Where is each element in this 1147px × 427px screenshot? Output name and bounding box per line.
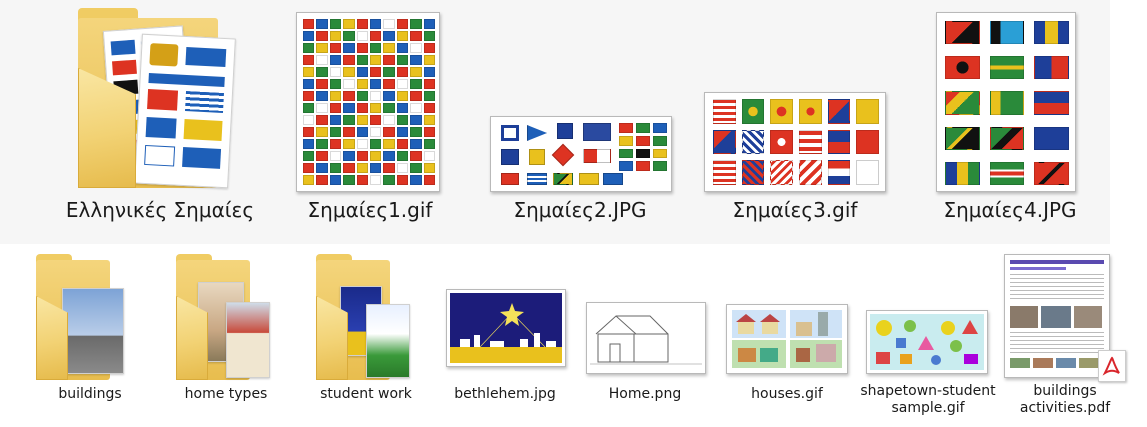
pdf-badge-icon: [1098, 350, 1126, 382]
file-name-label: Σημαίες1.gif: [307, 198, 433, 222]
file-item-shapetown[interactable]: shapetown-student sample.gif: [856, 252, 1000, 427]
image-thumbnail-icon: [446, 289, 566, 367]
file-item-houses[interactable]: houses.gif: [720, 252, 854, 422]
image-thumbnail-icon: [866, 310, 988, 374]
flags-image-icon: [296, 12, 440, 192]
file-name-label: houses.gif: [751, 386, 823, 402]
file-name-label: Σημαίες3.gif: [732, 198, 858, 222]
folder-icon: [174, 252, 270, 382]
file-name-label: home types: [184, 386, 268, 402]
file-item-bethlehem[interactable]: bethlehem.jpg: [440, 252, 570, 422]
file-item-buildings-activities-pdf[interactable]: buildings activities.pdf: [1000, 252, 1130, 427]
flags-image-icon: [490, 116, 672, 192]
file-item-student-work-folder[interactable]: student work: [306, 252, 426, 422]
file-item-flags4[interactable]: Σημαίες4.JPG: [920, 0, 1100, 240]
file-name-label: Σημαίες4.JPG: [943, 198, 1077, 222]
file-name-label: Ελληνικές Σημαίες: [65, 198, 255, 222]
image-thumbnail-icon: [726, 304, 848, 374]
image-thumbnail-icon: [586, 302, 706, 374]
folder-icon: [34, 252, 124, 382]
file-item-flags3[interactable]: Σημαίες3.gif: [700, 0, 890, 240]
folder-icon: [74, 8, 244, 189]
file-item-home-types-folder[interactable]: home types: [166, 252, 286, 422]
file-name-label: buildings: [58, 386, 122, 402]
flags-image-icon: [704, 92, 886, 192]
file-item-flags2[interactable]: Σημαίες2.JPG: [480, 0, 680, 240]
file-item-buildings-folder[interactable]: buildings: [30, 252, 150, 422]
file-name-label: shapetown-student sample.gif: [860, 383, 996, 416]
file-name-label: bethlehem.jpg: [454, 386, 556, 402]
file-name-label: student work: [320, 386, 412, 402]
folder-icon: [314, 252, 410, 382]
file-name-label: buildings activities.pdf: [1019, 383, 1111, 416]
file-name-label: Σημαίες2.JPG: [513, 198, 647, 222]
flags-image-icon: [936, 12, 1076, 192]
file-item-greek-flags-folder[interactable]: Ελληνικές Σημαίες: [50, 0, 270, 240]
file-name-label: Home.png: [608, 386, 682, 402]
pdf-icon: [1004, 254, 1128, 384]
file-item-flags1[interactable]: Σημαίες1.gif: [290, 0, 450, 240]
file-item-home-png[interactable]: Home.png: [580, 252, 710, 422]
